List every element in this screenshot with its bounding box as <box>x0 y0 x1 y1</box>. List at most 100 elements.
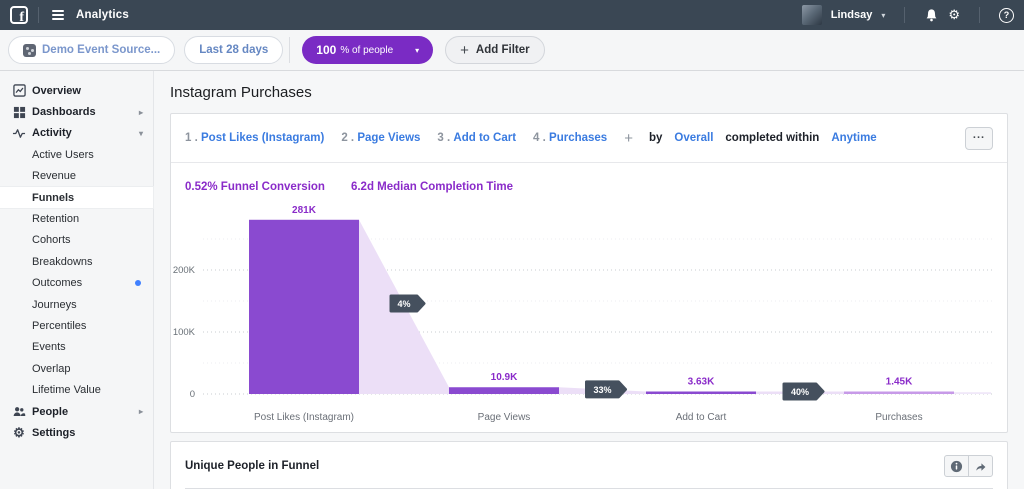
svg-text:281K: 281K <box>292 205 317 216</box>
funnel-bar-1[interactable] <box>249 220 359 394</box>
step-number: 2 . <box>341 132 354 144</box>
notification-dot <box>135 280 141 286</box>
hamburger-menu-icon[interactable] <box>49 7 67 23</box>
divider <box>38 7 39 23</box>
sidebar-item-label: Overlap <box>32 363 71 375</box>
svg-text:10.9K: 10.9K <box>491 372 518 383</box>
funnel-chart: 0100K200K281KPost Likes (Instagram)10.9K… <box>171 198 1007 432</box>
info-icon <box>950 460 963 473</box>
info-button[interactable] <box>944 455 969 477</box>
sidebar-item-journeys[interactable]: Journeys <box>0 294 153 315</box>
more-options-button[interactable]: ... <box>965 127 993 150</box>
divider <box>979 7 980 23</box>
sidebar-item-settings[interactable]: ⚙ Settings <box>0 422 153 443</box>
completed-within-dropdown[interactable]: Anytime <box>831 132 876 144</box>
sidebar-item-people[interactable]: People▸ <box>0 401 153 422</box>
sidebar-item-active-users[interactable]: Active Users <box>0 144 153 165</box>
sidebar-item-breakdowns[interactable]: Breakdowns <box>0 251 153 272</box>
sidebar-item-label: Activity <box>32 127 72 139</box>
sidebar-item-label: Retention <box>32 213 79 225</box>
sidebar-item-overview[interactable]: Overview <box>0 80 153 101</box>
chevron-down-icon: ▾ <box>139 129 143 138</box>
plus-icon: + <box>460 42 469 59</box>
top-nav: f Analytics Lindsay ▾ ⚙ ? <box>0 0 1024 30</box>
sidebar-item-cohorts[interactable]: Cohorts <box>0 230 153 251</box>
funnel-conversion-stat: 0.52% Funnel Conversion <box>185 181 325 193</box>
funnel-builder-bar: 1 . Post Likes (Instagram) 2 . Page Views… <box>171 114 1007 163</box>
sidebar-item-label: Active Users <box>32 149 94 161</box>
step-link[interactable]: Post Likes (Instagram) <box>201 132 324 144</box>
svg-text:Page Views: Page Views <box>478 412 531 423</box>
chevron-down-icon: ▾ <box>415 46 419 55</box>
event-source-icon <box>23 44 36 57</box>
funnel-bar-3[interactable] <box>646 392 756 395</box>
sidebar-item-funnels[interactable]: Funnels <box>0 187 153 208</box>
sidebar-item-activity[interactable]: Activity ▾ <box>0 123 153 144</box>
sidebar-item-dashboards[interactable]: Dashboards▸ <box>0 101 153 122</box>
step-number: 4 . <box>533 132 546 144</box>
svg-text:40%: 40% <box>791 387 809 397</box>
chevron-down-icon[interactable]: ▾ <box>881 11 885 20</box>
svg-text:4%: 4% <box>397 299 410 309</box>
sidebar-item-overlap[interactable]: Overlap <box>0 358 153 379</box>
percent-of-people-dropdown[interactable]: 100 % of people ▾ <box>302 36 433 64</box>
svg-text:1.45K: 1.45K <box>886 377 913 388</box>
funnel-step-4: 4 . Purchases <box>533 132 607 144</box>
sidebar-item-label: Revenue <box>32 170 76 182</box>
completed-within-label: completed within <box>725 132 819 144</box>
sidebar-item-outcomes[interactable]: Outcomes <box>0 273 153 294</box>
sidebar-item-percentiles[interactable]: Percentiles <box>0 315 153 336</box>
funnel-stats: 0.52% Funnel Conversion 6.2d Median Comp… <box>171 163 1007 193</box>
sidebar-item-label: Breakdowns <box>32 256 93 268</box>
svg-text:Post Likes (Instagram): Post Likes (Instagram) <box>254 412 354 423</box>
overview-icon <box>12 84 26 97</box>
sidebar-item-label: Outcomes <box>32 277 82 289</box>
filter-toolbar: Demo Event Source... Last 28 days 100 % … <box>0 30 1024 71</box>
step-link[interactable]: Add to Cart <box>453 132 516 144</box>
page-title: Instagram Purchases <box>170 71 1008 113</box>
app-title: Analytics <box>76 9 129 21</box>
funnel-step-2: 2 . Page Views <box>341 132 420 144</box>
main-content: Instagram Purchases 1 . Post Likes (Inst… <box>154 71 1024 489</box>
sidebar-item-label: Dashboards <box>32 106 96 118</box>
svg-text:33%: 33% <box>593 385 611 395</box>
notifications-bell-icon[interactable] <box>924 8 939 23</box>
share-arrow-icon <box>974 460 987 473</box>
funnel-bar-4[interactable] <box>844 392 954 395</box>
user-menu[interactable]: Lindsay <box>831 9 873 21</box>
svg-text:Purchases: Purchases <box>875 412 922 423</box>
section-title: Unique People in Funnel <box>185 460 319 472</box>
avatar[interactable] <box>802 5 822 25</box>
event-source-button[interactable]: Demo Event Source... <box>8 36 175 64</box>
settings-gear-icon[interactable]: ⚙ <box>948 7 960 23</box>
svg-text:100K: 100K <box>173 327 196 338</box>
step-link[interactable]: Purchases <box>549 132 607 144</box>
divider <box>904 7 905 23</box>
settings-icon: ⚙ <box>12 426 26 439</box>
sidebar-item-label: Funnels <box>32 192 74 204</box>
help-icon[interactable]: ? <box>999 8 1014 23</box>
funnel-bar-2[interactable] <box>449 387 559 394</box>
sidebar-item-label: Events <box>32 341 66 353</box>
sidebar-item-retention[interactable]: Retention <box>0 208 153 229</box>
date-range-button[interactable]: Last 28 days <box>184 36 283 64</box>
median-completion-stat: 6.2d Median Completion Time <box>351 181 513 193</box>
add-step-button[interactable]: + <box>624 130 633 147</box>
unique-people-card: Unique People in Funnel <box>170 441 1008 489</box>
sidebar-item-label: Overview <box>32 85 81 97</box>
by-value-dropdown[interactable]: Overall <box>674 132 713 144</box>
sidebar-item-lifetime-value[interactable]: Lifetime Value <box>0 379 153 400</box>
facebook-logo-icon[interactable]: f <box>10 6 28 24</box>
by-label: by <box>649 132 662 144</box>
sidebar-item-revenue[interactable]: Revenue <box>0 166 153 187</box>
activity-icon <box>12 127 26 140</box>
sidebar-nav: Overview Dashboards▸ Activity ▾ Active Users… <box>0 71 154 489</box>
people-icon <box>12 405 26 418</box>
sidebar-item-label: Percentiles <box>32 320 86 332</box>
step-link[interactable]: Page Views <box>357 132 420 144</box>
sidebar-item-label: Settings <box>32 427 75 439</box>
sidebar-item-events[interactable]: Events <box>0 337 153 358</box>
share-button[interactable] <box>968 455 993 477</box>
add-filter-button[interactable]: + Add Filter <box>445 36 544 64</box>
step-number: 1 . <box>185 132 198 144</box>
